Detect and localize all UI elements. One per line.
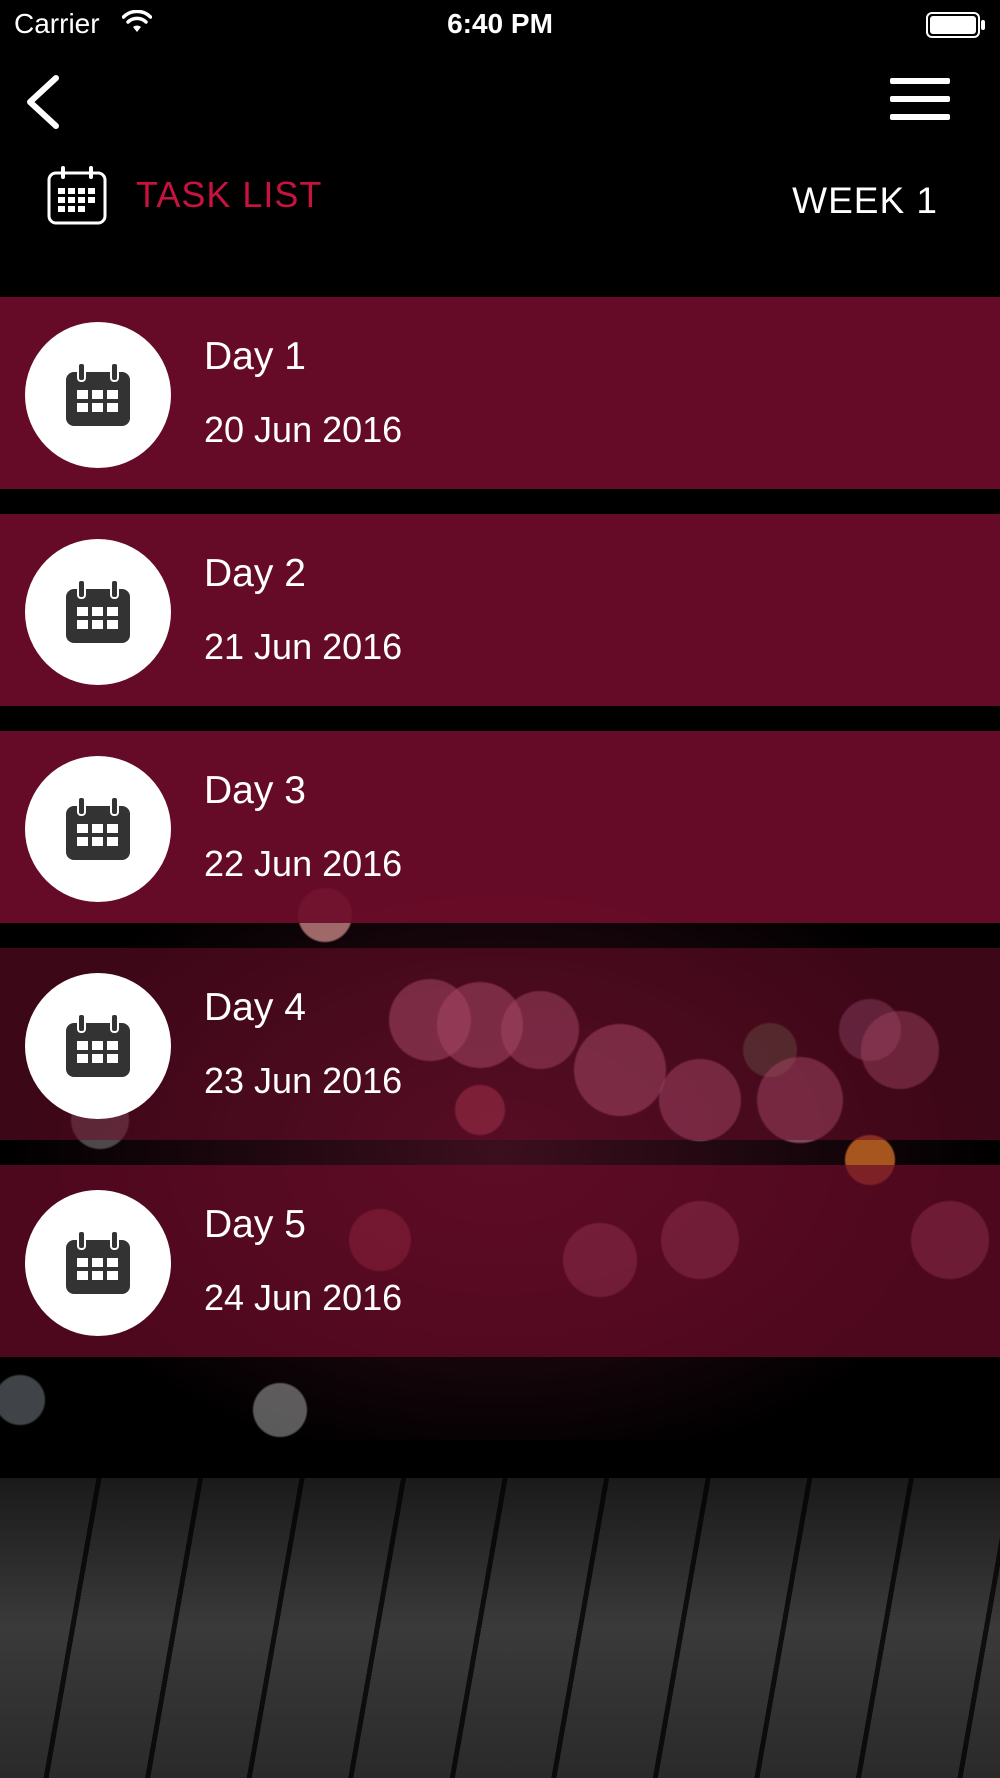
- calendar-icon: [66, 796, 130, 860]
- calendar-icon: [66, 1230, 130, 1294]
- task-date-label: 20 Jun 2016: [204, 409, 403, 450]
- app-screen: Carrier 6:40 PM TASK LIST WEEK 1 Day 1 2…: [0, 0, 1000, 1778]
- chevron-left-icon[interactable]: [22, 72, 66, 132]
- task-item-day-4[interactable]: Day 4 23 Jun 2016: [0, 948, 1000, 1140]
- task-avatar: [25, 322, 171, 468]
- task-date-label: 22 Jun 2016: [204, 843, 403, 884]
- status-bar: Carrier 6:40 PM: [0, 0, 1000, 50]
- task-avatar: [25, 539, 171, 685]
- task-item-day-5[interactable]: Day 5 24 Jun 2016: [0, 1165, 1000, 1357]
- battery-icon: [926, 12, 985, 38]
- task-avatar: [25, 756, 171, 902]
- task-avatar: [25, 973, 171, 1119]
- page-title: TASK LIST: [136, 174, 323, 215]
- hamburger-menu-icon[interactable]: [888, 76, 952, 122]
- task-date-label: 24 Jun 2016: [204, 1277, 403, 1318]
- task-day-label: Day 5: [204, 1203, 306, 1246]
- task-day-label: Day 1: [204, 335, 306, 378]
- calendar-icon: [66, 579, 130, 643]
- task-day-label: Day 3: [204, 769, 306, 812]
- task-day-label: Day 2: [204, 552, 306, 595]
- background-wood-floor: [0, 1478, 1000, 1778]
- task-date-label: 23 Jun 2016: [204, 1060, 403, 1101]
- task-date-label: 21 Jun 2016: [204, 626, 403, 667]
- calendar-icon: [66, 362, 130, 426]
- clock-label: 6:40 PM: [447, 8, 553, 39]
- calendar-icon: [47, 166, 107, 225]
- task-day-label: Day 4: [204, 986, 306, 1029]
- task-item-day-1[interactable]: Day 1 20 Jun 2016: [0, 297, 1000, 489]
- task-avatar: [25, 1190, 171, 1336]
- week-label: WEEK 1: [792, 180, 938, 221]
- task-item-day-2[interactable]: Day 2 21 Jun 2016: [0, 514, 1000, 706]
- task-item-day-3[interactable]: Day 3 22 Jun 2016: [0, 731, 1000, 923]
- calendar-icon: [66, 1013, 130, 1077]
